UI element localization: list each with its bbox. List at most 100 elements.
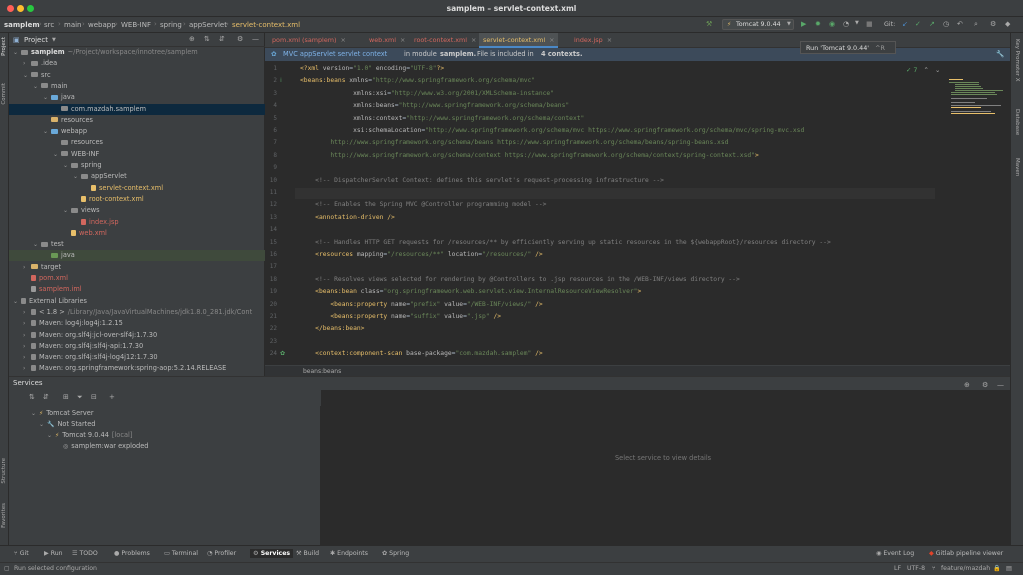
collapse-all-icon[interactable]: ⇵ [43, 393, 49, 401]
tree-item[interactable]: java [9, 250, 265, 262]
tree-item[interactable]: › .idea [9, 58, 265, 69]
tree-item[interactable]: samplem.iml [9, 284, 265, 295]
chevron-down-icon[interactable]: ⌄ [73, 171, 81, 182]
breadcrumb-item[interactable]: WEB-INF [121, 21, 151, 29]
tree-item[interactable]: ⌄ src [9, 70, 265, 81]
tree-item[interactable]: › Maven: log4j:log4j:1.2.15 [9, 318, 265, 329]
chevron-right-icon[interactable]: › [23, 341, 31, 352]
tree-item[interactable]: servlet-context.xml [9, 183, 265, 194]
prev-highlight-icon[interactable]: ⌃ [924, 66, 929, 74]
tab-root-context-xml[interactable]: root-context.xml × [410, 33, 480, 48]
lock-icon[interactable]: 🔒 [993, 563, 1001, 575]
code-line[interactable]: <!-- DispatcherServlet Context: defines … [300, 177, 664, 184]
service-tree-item[interactable]: ⌄ ⚡ Tomcat Server [31, 408, 94, 419]
settings-gear-icon[interactable]: ⚙ [237, 35, 243, 43]
tool-window-endpoints[interactable]: ✱ Endpoints [330, 550, 368, 557]
tree-item[interactable]: ⌄ External Libraries [9, 296, 265, 307]
tree-item[interactable]: ⌄ views [9, 205, 265, 216]
git-branch[interactable]: feature/mazdah [941, 563, 990, 575]
commit-tool-tab[interactable]: Commit [1, 83, 7, 105]
banner-contexts[interactable]: 4 contexts. [541, 48, 582, 61]
key-promoter-tool-tab[interactable]: Key Promoter X [1014, 39, 1020, 82]
code-line[interactable]: xsi:schemaLocation="http://www.springfra… [300, 127, 804, 134]
tab-web-xml[interactable]: web.xml × [365, 33, 409, 48]
tool-window-run[interactable]: ▶ Run [44, 550, 63, 557]
code-line[interactable]: <annotation-driven /> [300, 214, 395, 221]
tree-item[interactable]: ⌄ main [9, 81, 265, 92]
code-line[interactable]: <context:component-scan base-package="co… [300, 350, 543, 357]
chevron-down-icon[interactable]: ⌄ [63, 160, 71, 171]
tab-servlet-context-xml[interactable]: servlet-context.xml × [479, 33, 559, 48]
file-encoding[interactable]: UTF-8 [907, 563, 925, 575]
chevron-down-icon[interactable]: ⌄ [31, 408, 39, 419]
debug-icon[interactable]: ✹ [815, 20, 821, 28]
tree-item[interactable]: index.jsp [9, 217, 265, 228]
code-line[interactable]: xmlns:beans="http://www.springframework.… [300, 102, 569, 109]
project-tool-tab[interactable]: Project [1, 37, 7, 56]
chevron-down-icon[interactable]: ⌄ [53, 149, 61, 160]
code-line[interactable]: xmlns:xsi="http://www.w3.org/2001/XMLSch… [300, 90, 554, 97]
service-tree-item[interactable]: ⌄ 🔧 Not Started [39, 419, 95, 430]
editor-breadcrumb[interactable]: beans:beans [265, 365, 1010, 376]
tree-item[interactable]: ⌄ test [9, 239, 265, 250]
coverage-icon[interactable]: ◉ [829, 20, 835, 28]
run-icon[interactable]: ▶ [801, 20, 806, 28]
locate-file-icon[interactable]: ⊕ [189, 35, 195, 43]
search-icon[interactable]: ⌕ [974, 20, 978, 29]
inspection-widget[interactable]: ✓ 7 ⌃ ⌄ [906, 66, 940, 74]
tree-item[interactable]: ⌄ spring [9, 160, 265, 171]
chevron-down-icon[interactable]: ⌄ [13, 47, 21, 58]
breadcrumb-item[interactable]: src [44, 21, 54, 29]
tree-item[interactable]: › Maven: org.slf4j:slf4j-api:1.7.30 [9, 341, 265, 352]
close-tab-icon[interactable]: × [471, 36, 476, 44]
chevron-down-icon[interactable]: ⌄ [33, 81, 41, 92]
status-toggle-icon[interactable]: ▢ [4, 563, 10, 575]
run-config-select[interactable]: ⚡ Tomcat 9.0.44 ▼ [722, 19, 794, 30]
close-tab-icon[interactable]: × [549, 36, 554, 44]
tool-window-gitlab-pipeline-viewer[interactable]: ◆ Gitlab pipeline viewer [929, 550, 1003, 557]
tree-item[interactable]: › Maven: org.slf4j:jcl-over-slf4j:1.7.30 [9, 330, 265, 341]
breadcrumb-item[interactable]: appServlet [189, 21, 227, 29]
tree-item[interactable]: resources [9, 137, 265, 148]
code-line[interactable]: <beans:property name="suffix" value=".js… [300, 313, 501, 320]
filter-icon[interactable]: ⏷ [77, 393, 83, 402]
service-tree-item[interactable]: ◎ samplem:war exploded [55, 441, 148, 452]
tool-window-build[interactable]: ⚒ Build [296, 550, 319, 557]
chevron-down-icon[interactable]: ⌄ [13, 296, 21, 307]
tool-window-git[interactable]: ⑂ Git [14, 550, 29, 557]
gutter-structure-icon[interactable]: ⁞ [280, 77, 282, 84]
expand-all-icon[interactable]: ⇅ [29, 393, 35, 401]
close-tab-icon[interactable]: × [607, 36, 612, 44]
code-line[interactable]: <beans:property name="prefix" value="/WE… [300, 301, 542, 308]
tree-item[interactable]: ⌄ samplem ~/Project/workspace/innotree/sam… [9, 47, 265, 58]
tool-window-terminal[interactable]: ▭ Terminal [164, 550, 198, 557]
chevron-right-icon[interactable]: › [23, 58, 31, 69]
breadcrumb-current-file[interactable]: servlet-context.xml [232, 21, 300, 29]
context-name-link[interactable]: MVC appServlet servlet context [283, 48, 387, 61]
more-run-chevron-icon[interactable]: ▼ [855, 20, 859, 26]
tree-item[interactable]: web.xml [9, 228, 265, 239]
code-minimap[interactable] [947, 78, 1005, 118]
code-line[interactable]: http://www.springframework.org/schema/be… [300, 139, 728, 146]
hammer-build-icon[interactable]: ⚒ [706, 20, 712, 28]
maven-tool-tab[interactable]: Maven [1014, 158, 1020, 176]
ide-logo-icon[interactable]: ◆ [1005, 20, 1010, 28]
settings-gear-icon[interactable]: ⚙ [990, 20, 996, 28]
add-icon[interactable]: + [109, 393, 115, 401]
chevron-down-icon[interactable]: ▼ [52, 37, 56, 43]
collapse-all-icon[interactable]: ⇵ [219, 35, 225, 43]
chevron-right-icon[interactable]: › [23, 363, 31, 374]
code-editor[interactable]: 1 <?xml version="1.0" encoding="UTF-8"?> 2… [265, 61, 1010, 365]
tree-item[interactable]: › Maven: org.slf4j:slf4j-log4j12:1.7.30 [9, 352, 265, 363]
next-highlight-icon[interactable]: ⌄ [935, 66, 940, 74]
tab-index-jsp[interactable]: index.jsp × [570, 33, 616, 48]
code-line[interactable]: <!-- Handles HTTP GET requests for /reso… [300, 239, 831, 246]
chevron-right-icon[interactable]: › [23, 330, 31, 341]
code-line[interactable]: </beans:bean> [300, 325, 364, 332]
git-update-icon[interactable]: ↙ [902, 20, 908, 28]
breadcrumb-item[interactable]: spring [160, 21, 182, 29]
chevron-down-icon[interactable]: ⌄ [39, 419, 47, 430]
structure-tool-tab[interactable]: Structure [1, 458, 7, 484]
chevron-down-icon[interactable]: ⌄ [63, 205, 71, 216]
profile-icon[interactable]: ◔ [843, 20, 849, 28]
